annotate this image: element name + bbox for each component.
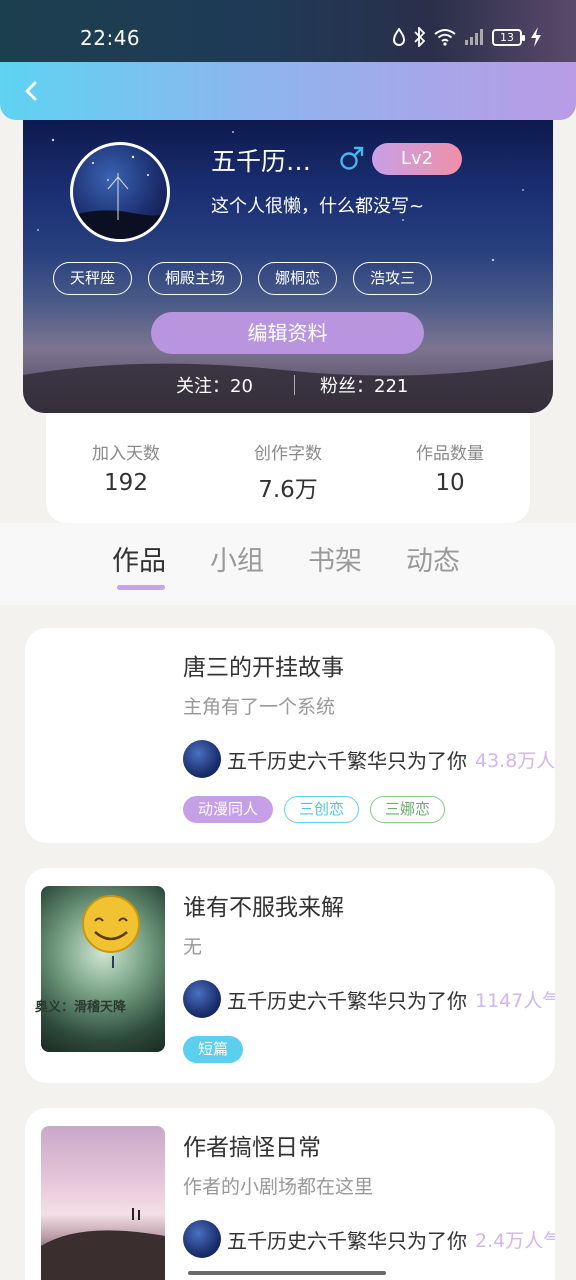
work-tag[interactable]: 动漫同人 <box>183 796 274 823</box>
tab-bar: 作品 小组 书架 动态 <box>0 523 576 605</box>
work-author-row: 五千历史六千繁华只为了你 2.4万人气 <box>183 1220 555 1258</box>
stat-value: 192 <box>104 470 148 496</box>
wifi-icon <box>434 29 456 46</box>
stat-label: 创作字数 <box>254 444 322 464</box>
charging-icon <box>531 27 541 47</box>
battery-icon: 13 <box>492 28 525 46</box>
work-description: 作者的小剧场都在这里 <box>183 1176 374 1198</box>
work-card[interactable]: 唐三的开挂故事 主角有了一个系统 五千历史六千繁华只为了你 43.8万人气 动漫… <box>25 628 555 843</box>
popularity-count: 1147人气 <box>475 989 555 1012</box>
home-indicator <box>188 1271 386 1275</box>
profile-username: 五千历… <box>211 147 312 176</box>
work-tag[interactable]: 三娜恋 <box>370 796 446 823</box>
work-description: 主角有了一个系统 <box>183 696 336 718</box>
author-name: 五千历史六千繁华只为了你 <box>227 1228 467 1253</box>
following-label: 关注： <box>176 376 230 397</box>
tab-bookshelf[interactable]: 书架 <box>308 539 362 578</box>
cover-image <box>41 1208 165 1280</box>
followers-label: 粉丝： <box>320 376 374 397</box>
cover-image <box>82 895 140 968</box>
author-avatar <box>183 1220 221 1258</box>
profile-tag[interactable]: 天秤座 <box>53 262 133 295</box>
work-cover <box>41 646 165 812</box>
stat-label: 加入天数 <box>92 444 160 464</box>
tab-works[interactable]: 作品 <box>112 539 166 578</box>
followers-count: 221 <box>374 376 409 397</box>
profile-tag[interactable]: 桐殿主场 <box>148 262 243 295</box>
edit-profile-button[interactable]: 编辑资料 <box>151 312 424 354</box>
work-title: 谁有不服我来解 <box>183 895 344 921</box>
work-tag[interactable]: 短篇 <box>183 1036 244 1063</box>
work-tags: 动漫同人 三创恋 三娜恋 <box>183 796 446 823</box>
work-author-row: 五千历史六千繁华只为了你 43.8万人气 <box>183 740 555 778</box>
drop-icon <box>392 28 406 46</box>
followers-link[interactable]: 粉丝：221 <box>320 372 408 398</box>
profile-tags: 天秤座 桐殿主场 娜桐恋 浩攻三 <box>53 262 433 295</box>
work-cover <box>41 886 165 1052</box>
stat-works-count: 作品数量 10 <box>380 439 520 496</box>
tab-activity[interactable]: 动态 <box>406 539 460 578</box>
bluetooth-icon <box>414 27 426 47</box>
following-count: 20 <box>230 376 253 397</box>
stats-panel: 加入天数 192 创作字数 7.6万 作品数量 10 <box>46 413 530 523</box>
stat-value: 10 <box>435 470 465 496</box>
stat-value: 7.6万 <box>258 477 318 503</box>
avatar-image <box>73 155 167 239</box>
status-time: 22:46 <box>80 26 141 50</box>
cover-caption: 奥义：滑稽天降 <box>35 1000 127 1015</box>
profile-header: 五千历… Lv2 这个人很懒，什么都没写~ 天秤座 桐殿主场 娜桐恋 浩攻三 编… <box>23 120 553 413</box>
profile-tag[interactable]: 娜桐恋 <box>258 262 338 295</box>
work-title: 作者搞怪日常 <box>183 1135 321 1161</box>
divider <box>294 375 295 395</box>
profile-tag[interactable]: 浩攻三 <box>353 262 433 295</box>
popularity-count: 43.8万人气 <box>475 749 555 772</box>
work-description: 无 <box>183 936 203 958</box>
active-tab-indicator <box>117 585 165 590</box>
work-tags: 短篇 <box>183 1036 244 1063</box>
status-bar: 22:46 13 <box>0 0 576 62</box>
work-card[interactable]: 作者搞怪日常 作者的小剧场都在这里 五千历史六千繁华只为了你 2.4万人气 <box>25 1108 555 1280</box>
signal-icon <box>465 29 483 45</box>
work-cover <box>41 1126 165 1280</box>
status-icons: 13 <box>392 27 542 47</box>
stat-label: 作品数量 <box>416 444 484 464</box>
top-nav-bar <box>0 62 576 120</box>
author-avatar <box>183 740 221 778</box>
work-tag[interactable]: 三创恋 <box>284 796 360 823</box>
work-title: 唐三的开挂故事 <box>183 655 344 681</box>
work-card[interactable]: 奥义：滑稽天降 谁有不服我来解 无 五千历史六千繁华只为了你 1147人气 短篇 <box>25 868 555 1083</box>
stat-join-days: 加入天数 192 <box>56 439 196 496</box>
male-icon <box>340 146 364 170</box>
author-name: 五千历史六千繁华只为了你 <box>227 748 467 773</box>
tab-groups[interactable]: 小组 <box>210 539 264 578</box>
profile-bio: 这个人很懒，什么都没写~ <box>211 196 425 217</box>
works-list: 唐三的开挂故事 主角有了一个系统 五千历史六千繁华只为了你 43.8万人气 动漫… <box>0 605 576 1280</box>
chevron-left-icon[interactable] <box>18 76 46 106</box>
author-avatar <box>183 980 221 1018</box>
profile-avatar[interactable] <box>70 142 170 242</box>
author-name: 五千历史六千繁华只为了你 <box>227 988 467 1013</box>
stat-word-count: 创作字数 7.6万 <box>218 439 358 504</box>
following-link[interactable]: 关注：20 <box>176 372 253 398</box>
work-author-row: 五千历史六千繁华只为了你 1147人气 <box>183 980 555 1018</box>
level-badge: Lv2 <box>372 143 462 175</box>
popularity-count: 2.4万人气 <box>475 1229 555 1252</box>
